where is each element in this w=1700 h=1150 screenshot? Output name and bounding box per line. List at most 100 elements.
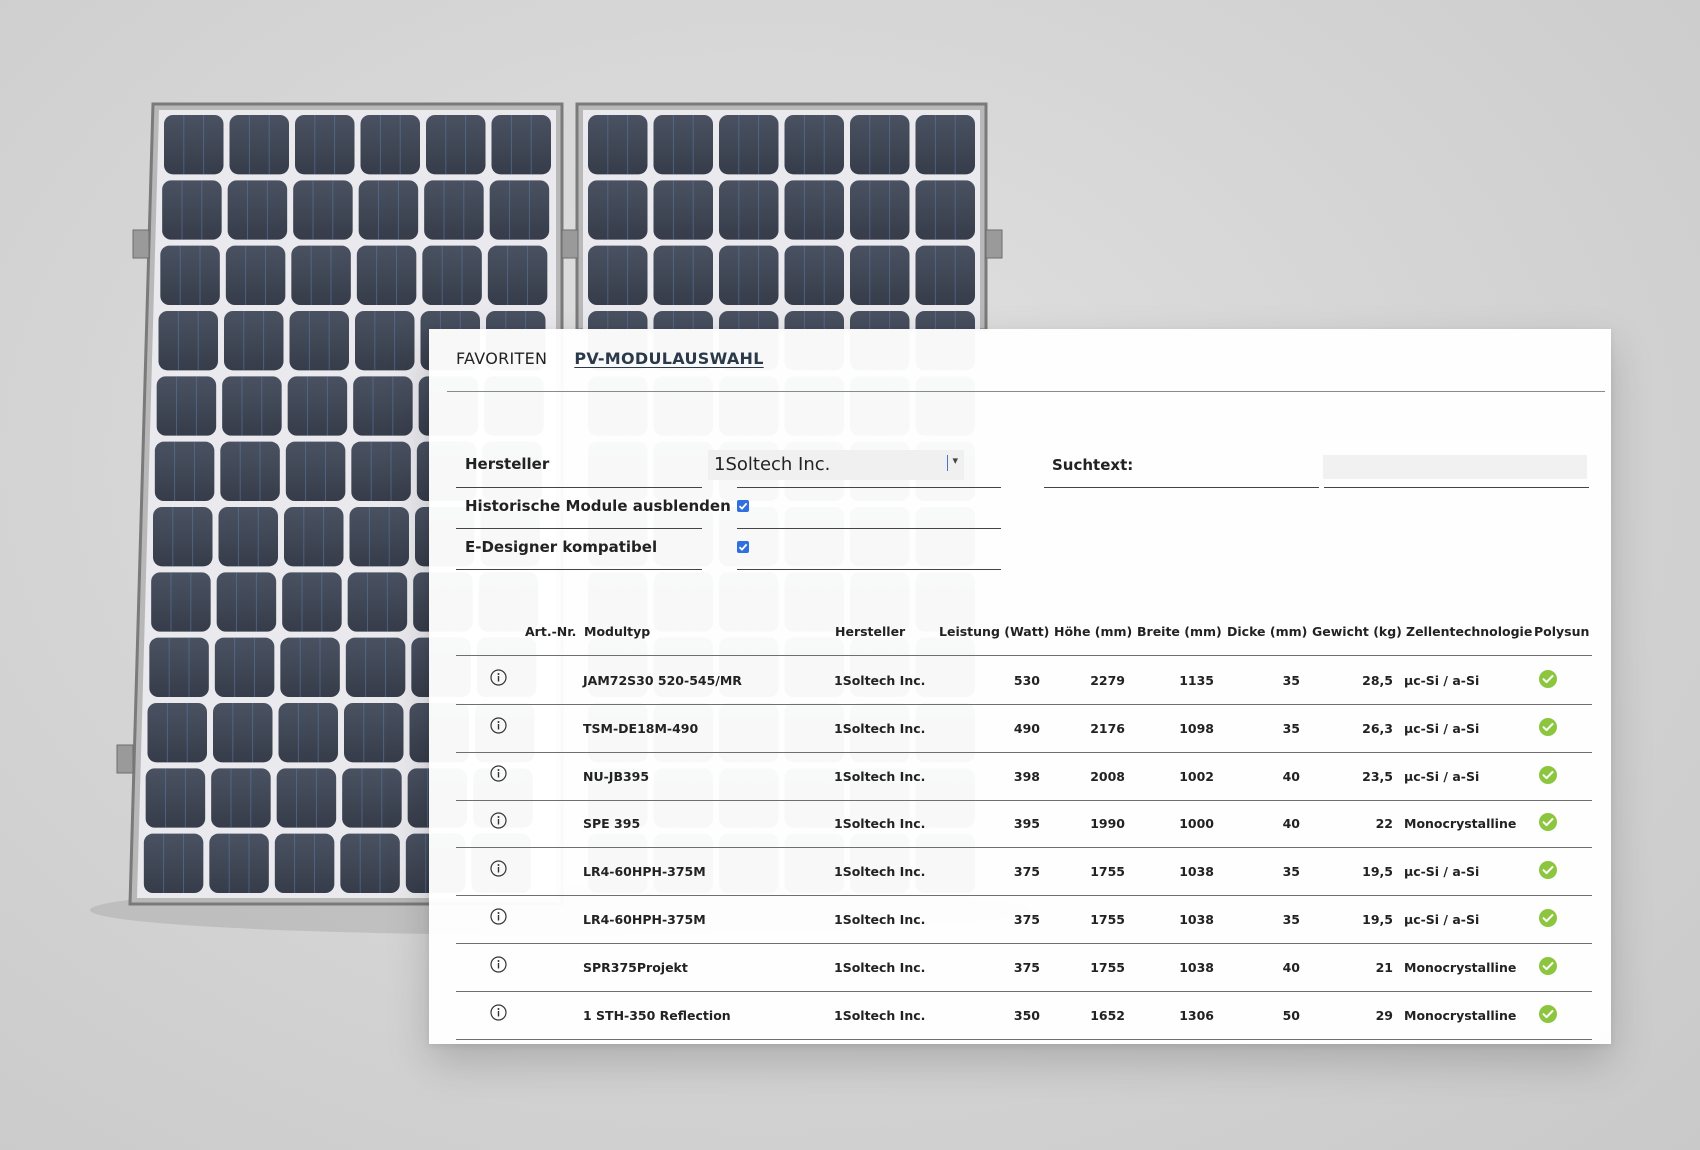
tab-favoriten[interactable]: FAVORITEN (456, 349, 547, 375)
checkmark-icon (738, 543, 748, 551)
cell-hoehe: 1755 (1090, 959, 1125, 975)
column-header-zellentechnologie[interactable]: Zellentechnologie (1406, 624, 1532, 639)
info-icon[interactable] (490, 860, 507, 877)
column-header-hersteller[interactable]: Hersteller (835, 624, 905, 639)
cell-modultyp: TSM-DE18M-490 (583, 720, 699, 736)
cell-hersteller: 1Soltech Inc. (834, 673, 926, 688)
check-circle-icon (1539, 717, 1557, 736)
info-icon[interactable] (490, 812, 507, 829)
cell-dicke: 35 (1282, 864, 1300, 880)
cell-breite: 1306 (1179, 1007, 1214, 1023)
column-header-art-nr[interactable]: Art.-Nr. (525, 624, 576, 639)
table-row[interactable]: 1 STH-350 Reflection 1Soltech Inc. 350 1652… (456, 991, 1592, 1040)
manufacturer-label: Hersteller (465, 455, 550, 473)
cell-leistung: 395 (1013, 816, 1040, 832)
search-input[interactable] (1323, 455, 1587, 479)
search-input-underline (1324, 487, 1589, 488)
cell-breite: 1098 (1179, 720, 1214, 736)
cell-modultyp: LR4-60HPH-375M (583, 864, 706, 880)
cell-gewicht: 21 (1375, 959, 1393, 975)
cell-hoehe: 1652 (1090, 1007, 1125, 1023)
cell-hoehe: 1755 (1090, 912, 1125, 927)
info-icon[interactable] (490, 956, 507, 973)
cell-hersteller: 1Soltech Inc. (834, 768, 926, 784)
cell-zellentechnologie: Monocrystalline (1404, 1007, 1517, 1023)
tab-pv-modulauswahl[interactable]: PV-MODULAUSWAHL (574, 349, 763, 375)
cell-gewicht: 19,5 (1362, 912, 1393, 927)
cell-breite: 1038 (1179, 959, 1214, 975)
column-header-polysun[interactable]: Polysun (1534, 624, 1589, 639)
table-row[interactable]: SPE 395 1Soltech Inc. 395 1990 1000 40 22 Monoc… (456, 799, 1592, 849)
cell-dicke: 35 (1282, 912, 1300, 927)
cell-gewicht: 26,3 (1362, 720, 1393, 736)
info-icon[interactable] (490, 669, 507, 686)
check-circle-icon (1539, 765, 1557, 784)
manufacturer-select-value: 1Soltech Inc. (714, 454, 831, 475)
chevron-down-icon: ▾ (947, 455, 958, 471)
table-row[interactable]: LR4-60HPH-375M 1Soltech Inc. 375 1755 1038 35… (456, 847, 1592, 897)
info-icon[interactable] (490, 764, 507, 782)
cell-hersteller: 1Soltech Inc. (834, 864, 926, 880)
column-header-hoehe[interactable]: Höhe (mm) (1054, 624, 1132, 639)
cell-modultyp: SPR375Projekt (583, 959, 688, 975)
cell-hersteller: 1Soltech Inc. (834, 959, 926, 975)
check-circle-icon (1539, 670, 1557, 688)
column-header-breite[interactable]: Breite (mm) (1137, 624, 1222, 639)
tab-bar: FAVORITEN PV-MODULAUSWAHL (456, 349, 764, 375)
cell-breite: 1038 (1179, 864, 1214, 880)
cell-leistung: 350 (1013, 1007, 1040, 1023)
cell-leistung: 375 (1013, 959, 1040, 975)
cell-gewicht: 28,5 (1362, 673, 1393, 688)
cell-zellentechnologie: µc-Si / a-Si (1404, 864, 1480, 880)
cell-dicke: 35 (1282, 720, 1300, 736)
cell-dicke: 35 (1282, 673, 1300, 688)
manufacturer-select-underline (737, 487, 1001, 488)
info-icon[interactable] (490, 717, 507, 734)
cell-hoehe: 2008 (1090, 768, 1125, 784)
cell-dicke: 40 (1282, 816, 1300, 832)
table-row[interactable]: SPR375Projekt 1Soltech Inc. 375 1755 1038 40 2… (456, 943, 1592, 992)
cell-dicke: 40 (1282, 768, 1300, 784)
cell-gewicht: 23,5 (1362, 768, 1393, 784)
info-icon[interactable] (490, 908, 507, 925)
check-circle-icon (1539, 1004, 1557, 1023)
search-label-underline (1044, 487, 1319, 488)
cell-hersteller: 1Soltech Inc. (834, 912, 926, 927)
cell-gewicht: 19,5 (1362, 864, 1393, 880)
column-header-gewicht[interactable]: Gewicht (kg) (1312, 624, 1402, 639)
info-icon[interactable] (490, 1003, 507, 1021)
table-row[interactable]: LR4-60HPH-375M 1Soltech Inc. 375 1755 1038 35… (456, 895, 1592, 944)
cell-modultyp: 1 STH-350 Reflection (583, 1007, 731, 1023)
cell-modultyp: LR4-60HPH-375M (583, 912, 706, 927)
checkmark-icon (738, 502, 748, 510)
cell-modultyp: NU-JB395 (583, 768, 650, 784)
check-circle-icon (1539, 813, 1557, 832)
edesigner-label-underline (456, 569, 702, 570)
cell-breite: 1038 (1179, 912, 1214, 927)
manufacturer-select[interactable]: 1Soltech Inc. ▾ (708, 450, 964, 480)
cell-zellentechnologie: µc-Si / a-Si (1404, 720, 1480, 736)
cell-zellentechnologie: µc-Si / a-Si (1404, 768, 1480, 784)
cell-modultyp: SPE 395 (583, 816, 641, 832)
cell-breite: 1002 (1179, 768, 1214, 784)
cell-leistung: 490 (1013, 720, 1040, 736)
cell-dicke: 50 (1282, 1007, 1300, 1023)
cell-breite: 1000 (1179, 816, 1214, 832)
table-row[interactable]: TSM-DE18M-490 1Soltech Inc. 490 2176 1098 35 2… (456, 704, 1592, 753)
cell-hersteller: 1Soltech Inc. (834, 1007, 926, 1023)
column-header-leistung[interactable]: Leistung (Watt) (939, 624, 1049, 639)
cell-zellentechnologie: Monocrystalline (1404, 816, 1517, 832)
cell-zellentechnologie: Monocrystalline (1404, 959, 1517, 975)
hide-historic-checkbox[interactable] (737, 500, 749, 512)
cell-leistung: 375 (1013, 912, 1040, 927)
table-row[interactable]: JAM72S30 520-545/MR 1Soltech Inc. 530 2279 1… (456, 656, 1592, 705)
table-row[interactable]: NU-JB395 1Soltech Inc. 398 2008 1002 40 23,5 µc… (456, 752, 1592, 801)
column-header-dicke[interactable]: Dicke (mm) (1227, 624, 1307, 639)
tab-divider (447, 391, 1605, 392)
cell-leistung: 530 (1013, 673, 1040, 688)
check-circle-icon (1539, 956, 1557, 975)
edesigner-checkbox[interactable] (737, 541, 749, 553)
cell-hoehe: 2176 (1090, 720, 1125, 736)
column-header-modultyp[interactable]: Modultyp (584, 624, 650, 639)
cell-hersteller: 1Soltech Inc. (834, 816, 926, 832)
